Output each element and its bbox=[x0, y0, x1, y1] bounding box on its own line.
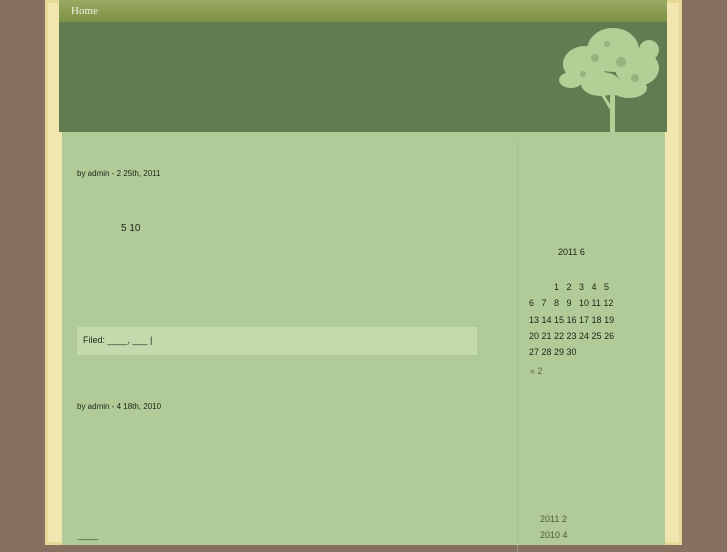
post-filed-bar: Filed: ____, ___ | bbox=[77, 327, 477, 355]
calendar-row: 13 14 15 16 17 18 19 bbox=[529, 315, 615, 325]
post-meta: by admin - 2 25th, 2011 bbox=[77, 169, 161, 178]
sidebar-divider bbox=[517, 142, 518, 552]
post-filed-text[interactable]: Filed: ____, ___ | bbox=[83, 335, 152, 345]
tree-icon bbox=[559, 28, 659, 132]
calendar-row: 6 7 8 9 10 11 12 bbox=[529, 298, 614, 308]
header-banner bbox=[59, 22, 667, 132]
calendar-row: 20 21 22 23 24 25 26 bbox=[529, 331, 615, 341]
calendar-row: 1 2 3 4 5 bbox=[529, 282, 610, 292]
post-meta: by admin - 4 18th, 2010 bbox=[77, 402, 162, 411]
calendar-row: 27 28 29 30 bbox=[529, 347, 577, 357]
nav-home-link[interactable]: Home bbox=[71, 5, 98, 17]
post-link[interactable]: ____ bbox=[78, 530, 98, 540]
top-nav: Home bbox=[59, 0, 667, 22]
archive-link[interactable]: 2010 4 bbox=[540, 530, 568, 540]
post-body: 5 10 bbox=[121, 223, 141, 234]
archive-link[interactable]: 2011 2 bbox=[540, 514, 567, 524]
calendar-prev-link[interactable]: « 2 bbox=[530, 366, 543, 376]
calendar-caption: 2011 6 bbox=[558, 247, 585, 257]
